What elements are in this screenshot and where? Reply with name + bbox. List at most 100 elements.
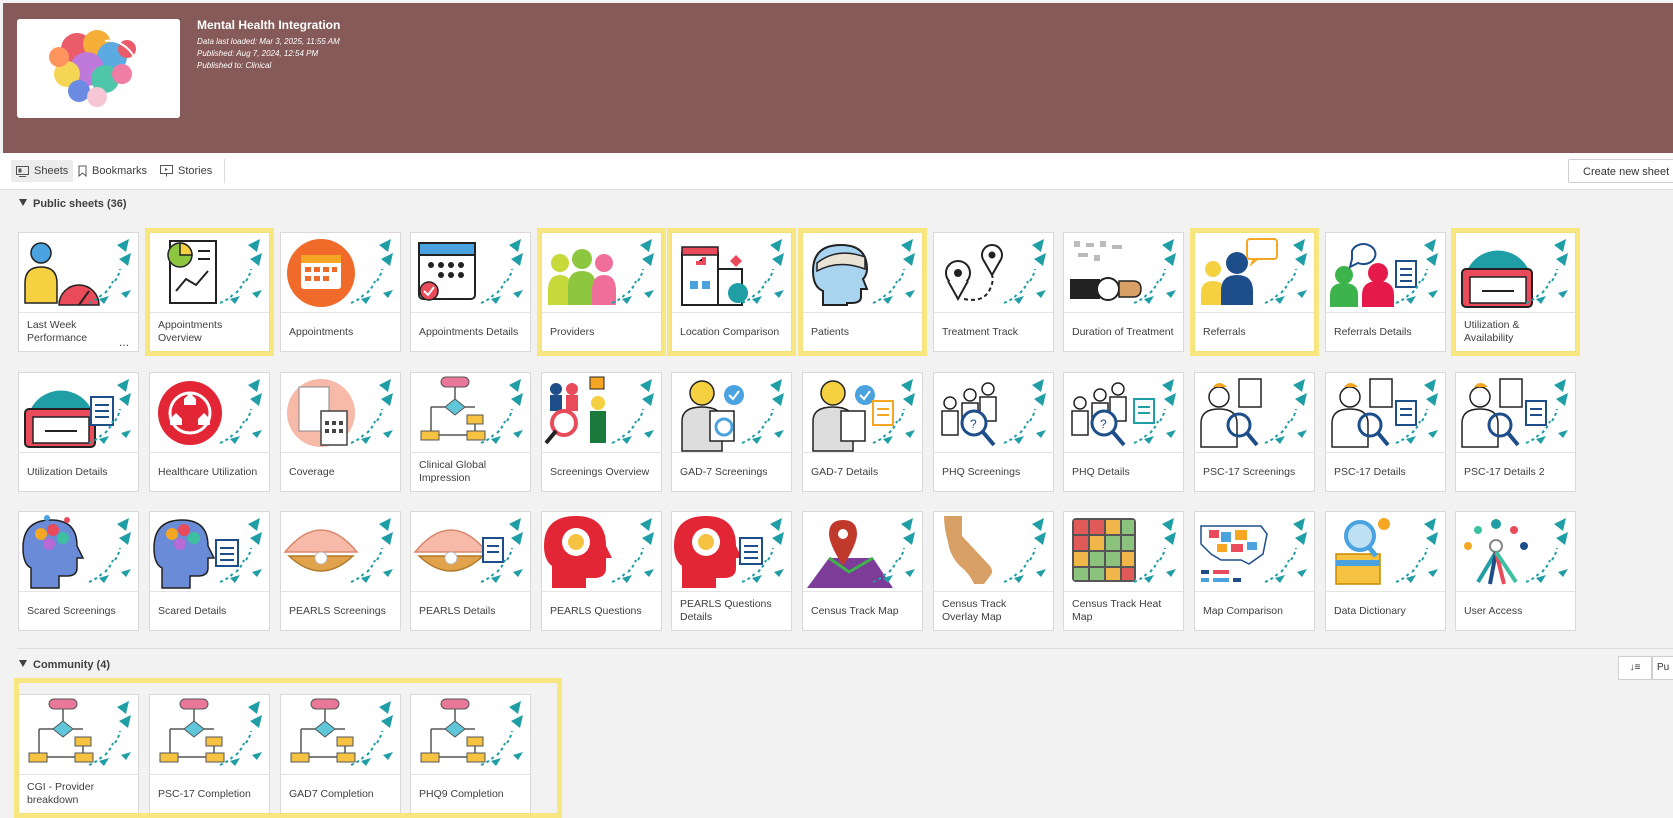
community-header[interactable]: Community (4)	[19, 659, 110, 671]
sheet-card[interactable]: Scared Details	[149, 511, 270, 631]
sheet-thumbnail	[150, 512, 269, 591]
sun-head-list-icon	[674, 516, 784, 588]
tab-stories[interactable]: Stories	[155, 160, 217, 182]
sheet-thumbnail	[150, 695, 269, 774]
sheet-title: Duration of Treatment	[1064, 312, 1183, 351]
sheet-title: User Access	[1456, 591, 1575, 630]
sheet-thumbnail	[1456, 373, 1575, 452]
tab-sheets[interactable]: Sheets	[11, 160, 74, 182]
sheet-title: PEARLS Questions Details	[672, 591, 791, 630]
sheet-card[interactable]: PEARLS Questions Details	[671, 511, 792, 631]
sheet-card[interactable]: Referrals Details	[1325, 232, 1446, 352]
sheet-card[interactable]: Treatment Track	[933, 232, 1054, 352]
sheet-thumbnail	[19, 695, 138, 774]
sort-button[interactable]: ↓≡	[1618, 656, 1652, 680]
sheet-card[interactable]: PSC-17 Screenings	[1194, 372, 1315, 492]
sheet-card[interactable]: Utilization Details	[18, 372, 139, 492]
sheet-thumbnail	[1326, 373, 1445, 452]
sheet-thumbnail	[150, 233, 269, 312]
sheet-thumbnail: ?	[1064, 373, 1183, 452]
sheet-card[interactable]: PSC-17 Details	[1325, 372, 1446, 492]
more-options-icon[interactable]: ...	[119, 335, 129, 349]
doctor-speech-icon	[1201, 238, 1307, 305]
sheet-card[interactable]: Referrals	[1194, 232, 1315, 352]
sheet-card[interactable]: ? PHQ Screenings	[933, 372, 1054, 492]
sheet-card[interactable]: Patients	[802, 232, 923, 352]
sheet-card[interactable]: Appointments Overview	[149, 232, 270, 352]
wristwatch-icon	[1070, 239, 1176, 304]
sheet-card[interactable]: CGI - Provider breakdown	[18, 694, 139, 814]
create-new-sheet-button[interactable]: Create new sheet	[1568, 159, 1673, 183]
person-document-list-icon	[1461, 378, 1568, 448]
sheet-thumbnail	[934, 233, 1053, 312]
sheet-title: Treatment Track	[934, 312, 1053, 351]
us-map-icon	[1200, 518, 1307, 583]
sheet-title: GAD-7 Screenings	[672, 452, 791, 491]
sheet-card[interactable]: GAD-7 Screenings	[671, 372, 792, 492]
sheet-card[interactable]: Duration of Treatment	[1063, 232, 1184, 352]
data-last-loaded: Data last loaded: Mar 3, 2025, 11:55 AM	[197, 37, 340, 46]
sheet-thumbnail	[672, 373, 791, 452]
sheet-thumbnail	[281, 373, 400, 452]
sheet-thumbnail	[1195, 512, 1314, 591]
bookmark-icon	[78, 165, 87, 177]
sheet-thumbnail	[411, 373, 530, 452]
sheet-card[interactable]: Data Dictionary	[1325, 511, 1446, 631]
sheet-card[interactable]: Coverage	[280, 372, 401, 492]
tab-sheets-label: Sheets	[34, 165, 69, 177]
sheet-thumbnail	[1326, 233, 1445, 312]
bandaged-head-icon	[811, 239, 915, 306]
sheet-card[interactable]: GAD-7 Details	[802, 372, 923, 492]
sheet-card[interactable]: Appointments Details	[410, 232, 531, 352]
sheet-title: Scared Screenings	[19, 591, 138, 630]
community-title: Community (4)	[33, 659, 110, 671]
route-pins-icon	[945, 239, 1046, 304]
sheet-title: PHQ Details	[1064, 452, 1183, 491]
sheet-card[interactable]: Last Week Performance...	[18, 232, 139, 352]
publish-filter-button[interactable]: Pu	[1652, 656, 1673, 680]
app-title: Mental Health Integration	[197, 18, 341, 32]
sheet-thumbnail	[542, 373, 661, 452]
calculator-receipt-icon	[287, 379, 393, 447]
sheet-card[interactable]: Map Comparison	[1194, 511, 1315, 631]
california-map-icon	[944, 516, 1046, 584]
sheet-card[interactable]: Census Track Overlay Map	[933, 511, 1054, 631]
public-sheets-header[interactable]: Public sheets (36)	[19, 198, 127, 210]
sheet-thumbnail	[803, 373, 922, 452]
tab-bookmarks[interactable]: Bookmarks	[73, 160, 152, 182]
sheet-card[interactable]: PSC-17 Details 2	[1455, 372, 1576, 492]
sheet-card[interactable]: Utilization & Availability	[1455, 232, 1576, 352]
sheet-card[interactable]: ? PHQ Details	[1063, 372, 1184, 492]
sheet-card[interactable]: Healthcare Utilization	[149, 372, 270, 492]
sheet-title: PSC-17 Screenings	[1195, 452, 1314, 491]
sheet-card[interactable]: User Access	[1455, 511, 1576, 631]
sheet-thumbnail	[281, 233, 400, 312]
sheet-card[interactable]: Census Track Map	[802, 511, 923, 631]
published-to: Published to: Clinical	[197, 61, 272, 70]
sheets-icon	[16, 165, 29, 177]
sheet-card[interactable]: Clinical Global Impression	[410, 372, 531, 492]
sheet-card[interactable]: Appointments	[280, 232, 401, 352]
sheet-title: Screenings Overview	[542, 452, 661, 491]
patient-check-list-icon	[812, 379, 915, 452]
user-keys-icon	[1464, 518, 1568, 585]
sheet-card[interactable]: Screenings Overview	[541, 372, 662, 492]
sheet-title: PEARLS Details	[411, 591, 530, 630]
sheet-card[interactable]: Providers	[541, 232, 662, 352]
sheet-thumbnail	[19, 512, 138, 591]
sheet-card[interactable]: Census Track Heat Map	[1063, 511, 1184, 631]
sheet-card[interactable]: Scared Screenings	[18, 511, 139, 631]
sheet-card[interactable]: PEARLS Questions	[541, 511, 662, 631]
sheet-card[interactable]: Location Comparison	[671, 232, 792, 352]
map-pin-icon	[807, 518, 915, 588]
tab-stories-label: Stories	[178, 165, 213, 177]
sheet-title: Appointments Overview	[150, 312, 269, 351]
people-magnifier-icon: ?	[941, 379, 1046, 447]
sheet-thumbnail	[1456, 233, 1575, 312]
sheet-card[interactable]: PHQ9 Completion	[410, 694, 531, 814]
sheet-card[interactable]: GAD7 Completion	[280, 694, 401, 814]
sheet-card[interactable]: PEARLS Details	[410, 511, 531, 631]
sheet-card[interactable]: PEARLS Screenings	[280, 511, 401, 631]
sheet-card[interactable]: PSC-17 Completion	[149, 694, 270, 814]
sheet-title: Patients	[803, 312, 922, 351]
